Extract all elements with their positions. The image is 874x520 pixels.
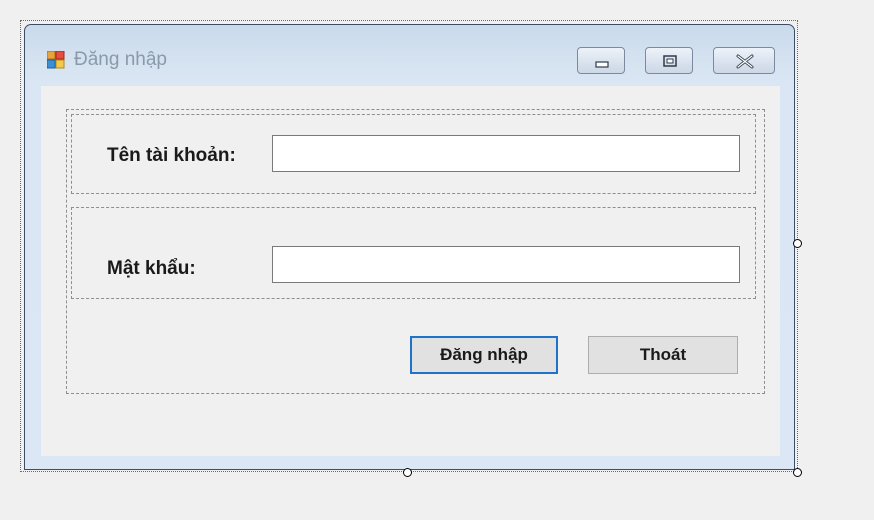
minimize-icon xyxy=(595,61,609,68)
form-client-area: Tên tài khoản: Mật khẩu: Đăng nhập Thoát xyxy=(41,86,780,456)
resize-handle-corner[interactable] xyxy=(793,468,802,477)
maximize-button[interactable] xyxy=(645,47,693,74)
exit-button[interactable]: Thoát xyxy=(588,336,738,374)
form-icon xyxy=(46,50,65,69)
window-title: Đăng nhập xyxy=(74,49,167,70)
resize-handle-bottom[interactable] xyxy=(403,468,412,477)
title-bar[interactable]: Đăng nhập xyxy=(25,25,794,85)
form-window[interactable]: Đăng nhập Tên tài khoản: Mật khẩu: Đăng … xyxy=(24,24,795,470)
close-button[interactable] xyxy=(713,47,775,74)
resize-handle-right[interactable] xyxy=(793,239,802,248)
password-input[interactable] xyxy=(272,246,740,283)
maximize-icon xyxy=(663,55,677,67)
password-label: Mật khẩu: xyxy=(107,258,196,279)
designer-surface: Đăng nhập Tên tài khoản: Mật khẩu: Đăng … xyxy=(0,0,874,520)
close-icon xyxy=(736,54,754,69)
username-input[interactable] xyxy=(272,135,740,172)
username-label: Tên tài khoản: xyxy=(107,145,236,166)
login-button[interactable]: Đăng nhập xyxy=(410,336,558,374)
minimize-button[interactable] xyxy=(577,47,625,74)
